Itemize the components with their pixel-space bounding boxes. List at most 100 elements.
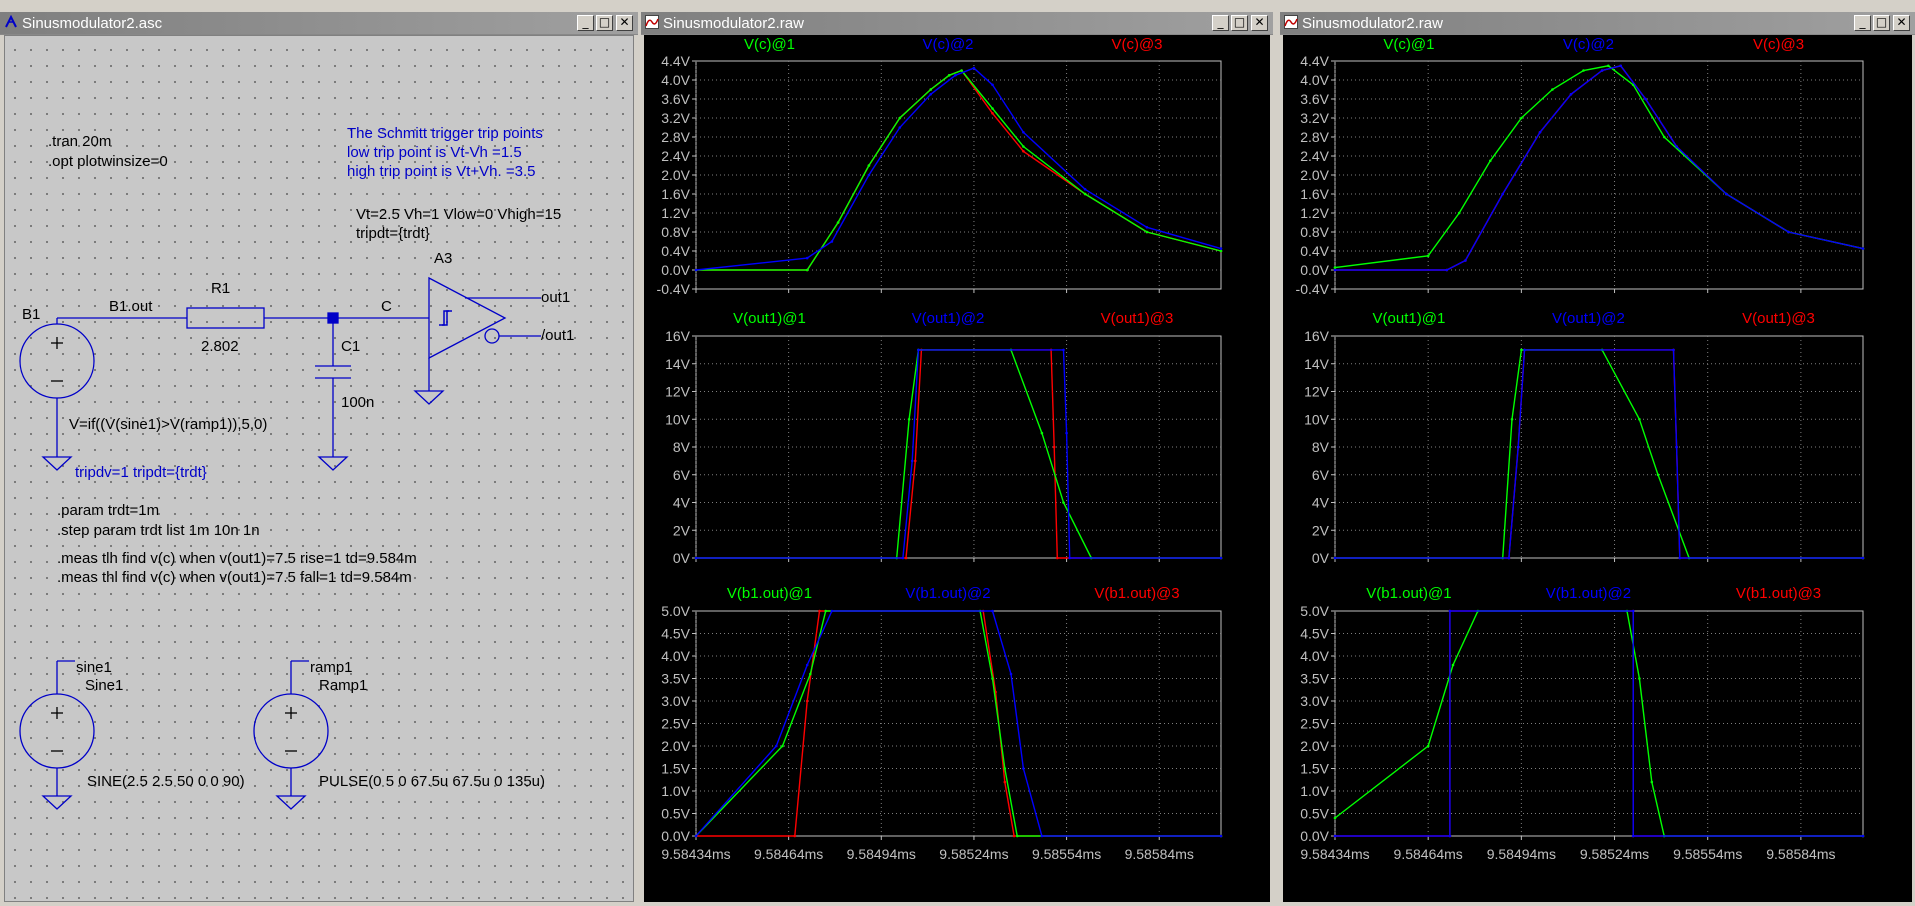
close-button[interactable]: ✕ [1251, 15, 1268, 31]
series-line [695, 67, 1222, 271]
data-point [1333, 266, 1337, 269]
schematic-window[interactable]: Sinusmodulator2.asc _ □ ✕ .tran 20m .opt… [0, 0, 638, 906]
waveform-titlebar-1[interactable]: Sinusmodulator2.raw _ □ ✕ [641, 12, 1273, 35]
b1-label[interactable]: B1 [22, 306, 40, 323]
sine1-value[interactable]: SINE(2.5 2.5 50 0 0 90) [87, 773, 245, 790]
data-point [991, 112, 994, 115]
sine1-net-label[interactable]: sine1 [76, 659, 112, 676]
y-tick-label: 4.0V [661, 72, 690, 88]
nout1-net-label[interactable]: /out1 [541, 327, 574, 344]
y-tick-label: 0.8V [1300, 224, 1329, 240]
y-tick-label: 14V [1304, 356, 1330, 372]
series-line [695, 610, 1221, 837]
schmitt-note-line3[interactable]: high trip point is Vt+Vh. =3.5 [347, 163, 535, 180]
sine1-label[interactable]: Sine1 [85, 677, 123, 694]
c1-label[interactable]: C1 [341, 338, 360, 355]
y-tick-label: 5.0V [1300, 603, 1329, 619]
y-tick-label: 16V [1304, 328, 1330, 344]
waveform-window-1[interactable]: Sinusmodulator2.raw _ □ ✕ 4.4V 4.0V 3.6V 3.… [641, 0, 1273, 906]
data-point [1426, 254, 1430, 258]
data-point [1333, 268, 1337, 272]
waveform-titlebar-2[interactable]: Sinusmodulator2.raw _ □ ✕ [1280, 12, 1915, 35]
y-tick-label: 2.5V [1300, 716, 1329, 732]
c-net-label[interactable]: C [381, 298, 392, 315]
ramp1-value[interactable]: PULSE(0 5 0 67.5u 67.5u 0 135u) [319, 773, 545, 790]
data-point [1022, 131, 1025, 134]
param-directive[interactable]: .param trdt=1m [57, 502, 159, 519]
waveform-plot-1[interactable]: 4.4V 4.0V 3.6V 3.2V 2.8V 2.4V 2.0V 1.6V 1.2V 0.8V… [644, 35, 1270, 902]
data-point [1678, 556, 1682, 560]
data-point [991, 609, 994, 613]
b1-value[interactable]: V=if((V(sine1)>V(ramp1)),5,0) [69, 416, 267, 433]
data-point [1523, 348, 1526, 352]
schmitt-note-line1[interactable]: The Schmitt trigger trip points [347, 125, 543, 142]
data-point [901, 556, 905, 560]
series-line [1335, 65, 1864, 271]
waveform-window-2[interactable]: Sinusmodulator2.raw _ □ ✕ 4.4V 4.0V 3.6V 3.… [1280, 0, 1915, 906]
schematic-titlebar[interactable]: Sinusmodulator2.asc _ □ ✕ [0, 12, 638, 35]
data-point [1426, 744, 1430, 748]
a3-label[interactable]: A3 [434, 250, 452, 267]
maximize-button[interactable]: □ [1231, 15, 1248, 31]
minimize-button[interactable]: _ [1212, 15, 1229, 31]
b1-trip-params[interactable]: tripdv=1 tripdt={trdt} [75, 464, 207, 481]
waveform-plot-2[interactable]: 4.4V 4.0V 3.6V 3.2V 2.8V 2.4V 2.0V 1.6V 1.2V 0.8V… [1283, 35, 1912, 902]
out1-net-label[interactable]: out1 [541, 289, 570, 306]
data-point [1056, 556, 1059, 560]
data-point [836, 221, 840, 224]
meas-thl-directive[interactable]: .meas thl find v(c) when v(out1)=7.5 fal… [57, 569, 412, 586]
data-point [991, 83, 994, 87]
data-point [1510, 418, 1514, 421]
waveform-pane: 4.4V 4.0V 3.6V 3.2V 2.8V 2.4V 2.0V 1.6V 1.2V 0.8V… [1296, 36, 1865, 297]
maximize-button[interactable]: □ [596, 15, 613, 31]
data-point [830, 609, 834, 613]
series-line [696, 610, 1221, 837]
r1-value[interactable]: 2.802 [201, 338, 239, 355]
data-point [1448, 834, 1452, 838]
y-tick-label: 0.5V [661, 806, 690, 822]
data-point [1538, 131, 1542, 134]
y-tick-label: 0V [673, 550, 691, 566]
schmitt-tripdt[interactable]: tripdt={trdt} [356, 225, 430, 242]
close-button[interactable]: ✕ [1893, 15, 1910, 31]
data-point [1009, 672, 1013, 676]
minimize-button[interactable]: _ [1854, 15, 1871, 31]
waveform-pane: 16V 14V 12V 10V 8V 6V 4V 2V 0V V(out1)@1 V(out1)@2… [1304, 310, 1865, 566]
data-point [1219, 249, 1223, 253]
c1-value[interactable]: 100n [341, 394, 374, 411]
r1-label[interactable]: R1 [211, 280, 230, 297]
data-point [1787, 230, 1790, 234]
maximize-button[interactable]: □ [1873, 15, 1890, 31]
opt-directive[interactable]: .opt plotwinsize=0 [48, 153, 168, 170]
x-tick-label: 9.58554ms [1673, 846, 1742, 862]
data-point [1725, 192, 1728, 196]
data-point [1022, 150, 1025, 153]
y-tick-label: 3.2V [1300, 110, 1329, 126]
schmitt-note-line2[interactable]: low trip point is Vt-Vh =1.5 [347, 144, 522, 161]
sine-source-symbol [19, 693, 95, 769]
y-tick-label: 2.0V [661, 167, 690, 183]
y-tick-label: 4V [673, 495, 691, 511]
schmitt-params[interactable]: Vt=2.5 Vh=1 Vlow=0 Vhigh=15 [356, 206, 561, 223]
y-tick-label: 6V [673, 467, 691, 483]
step-directive[interactable]: .step param trdt list 1m 10n 1n [57, 522, 260, 539]
data-point [1333, 834, 1337, 838]
pane-frame [695, 335, 1222, 559]
tran-directive[interactable]: .tran 20m [48, 133, 111, 150]
close-button[interactable]: ✕ [616, 15, 633, 31]
meas-tlh-directive[interactable]: .meas tlh find v(c) when v(out1)=7.5 ris… [57, 550, 417, 567]
b1out-net-label[interactable]: B1.out [109, 298, 152, 315]
data-point [1040, 834, 1044, 838]
ramp1-label[interactable]: Ramp1 [319, 677, 367, 694]
y-tick-label: 2.5V [661, 716, 690, 732]
minimize-button[interactable]: _ [577, 15, 594, 31]
waveform-viewer-1[interactable]: 4.4V 4.0V 3.6V 3.2V 2.8V 2.4V 2.0V 1.6V 1.2V 0.8V… [644, 35, 1270, 902]
ramp1-net-label[interactable]: ramp1 [310, 659, 353, 676]
waveform-viewer-2[interactable]: 4.4V 4.0V 3.6V 3.2V 2.8V 2.4V 2.0V 1.6V 1.2V 0.8V… [1283, 35, 1912, 902]
y-tick-label: 0.5V [1300, 806, 1329, 822]
data-point [1219, 556, 1223, 560]
x-tick-label: 9.58464ms [1394, 846, 1463, 862]
series-line [696, 69, 1222, 271]
schematic-canvas[interactable]: .tran 20m .opt plotwinsize=0 The Schmitt… [4, 35, 634, 902]
series-line [1335, 65, 1864, 271]
